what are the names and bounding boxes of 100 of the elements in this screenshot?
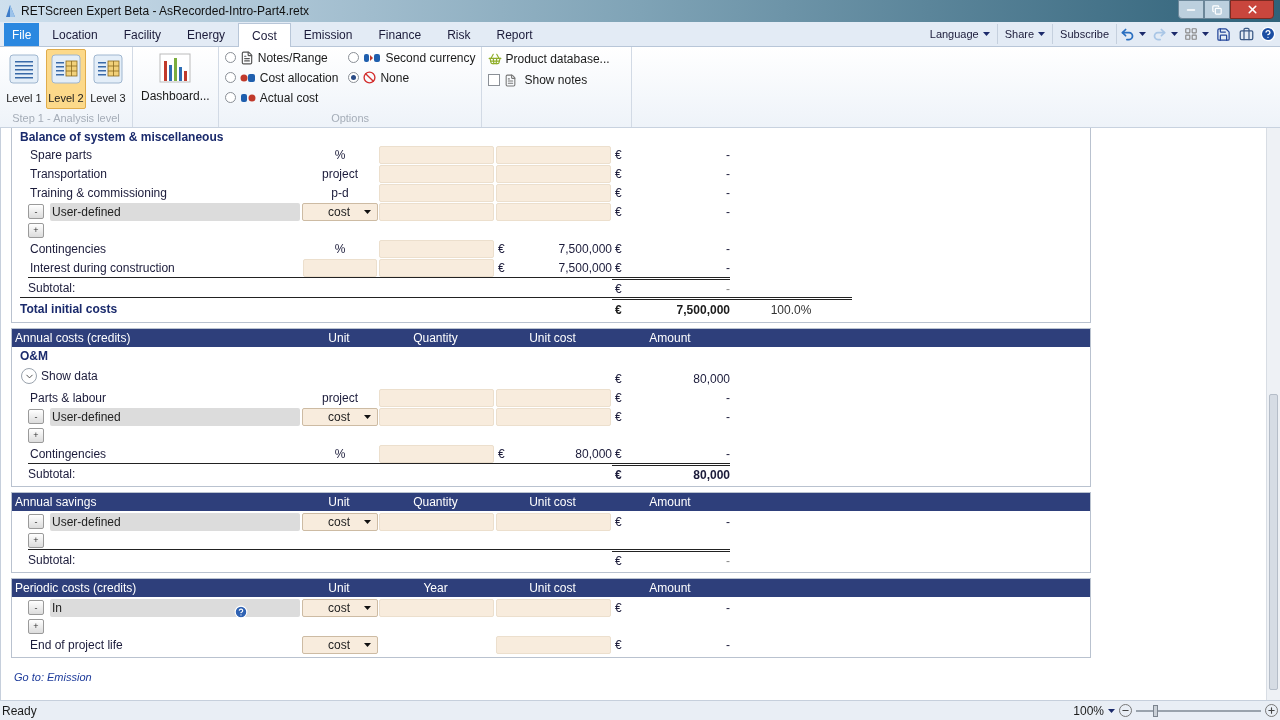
input-field[interactable]: [303, 258, 377, 277]
column-heading: Year: [422, 580, 449, 597]
column-heading: Unit cost: [528, 580, 577, 597]
table-icon: [93, 54, 123, 84]
radio-button[interactable]: [224, 72, 236, 83]
column-heading: Unit cost: [528, 494, 577, 511]
input-field[interactable]: [379, 164, 494, 183]
checkbox-label[interactable]: Show notes: [524, 71, 588, 89]
input-field[interactable]: [496, 164, 611, 183]
currency-icon: [363, 51, 382, 64]
add-row-button[interactable]: +: [28, 222, 44, 238]
name-field[interactable]: In: [50, 598, 300, 617]
restore-button[interactable]: [1204, 0, 1230, 19]
unit-dropdown[interactable]: cost: [302, 407, 378, 426]
column-heading: Unit: [327, 494, 351, 511]
ribbon-tab[interactable]: Energy: [174, 23, 239, 46]
input-field[interactable]: [496, 388, 611, 407]
prohibited-icon: [363, 71, 377, 84]
section-title: Annual costs (credits): [15, 330, 132, 347]
toolbar-menu[interactable]: Language: [922, 24, 998, 44]
unit-dropdown[interactable]: cost: [302, 635, 378, 654]
ribbon-tab[interactable]: Finance: [365, 23, 435, 46]
name-field[interactable]: User-defined: [50, 512, 300, 531]
unit-label: project: [321, 165, 359, 183]
remove-row-button[interactable]: -: [28, 600, 44, 615]
radio-button[interactable]: [348, 72, 360, 83]
unit-dropdown[interactable]: cost: [302, 202, 378, 221]
input-field[interactable]: [496, 407, 611, 426]
ribbon-tab[interactable]: Facility: [110, 23, 175, 46]
level-button[interactable]: Level 3: [88, 49, 128, 109]
radio-label[interactable]: None: [380, 68, 410, 87]
currency-symbol: €: [614, 513, 623, 531]
amount-value: -: [725, 240, 730, 258]
column-heading: Amount: [648, 330, 692, 347]
add-row-button[interactable]: +: [28, 532, 44, 548]
help-icon[interactable]: [1260, 26, 1276, 42]
radio-button[interactable]: [348, 52, 360, 63]
name-field[interactable]: User-defined: [50, 202, 300, 221]
input-field[interactable]: [379, 258, 494, 277]
show-data-toggle[interactable]: Show data: [41, 367, 98, 385]
ribbon-tab[interactable]: Report: [483, 23, 546, 46]
layout-icon[interactable]: [1184, 27, 1198, 41]
product-database-button[interactable]: Product database...: [488, 50, 626, 68]
radio-label[interactable]: Actual cost: [259, 88, 319, 107]
file-tab[interactable]: File: [4, 23, 40, 46]
radio-label[interactable]: Cost allocation: [259, 68, 339, 87]
input-field[interactable]: [379, 183, 494, 202]
input-field[interactable]: [496, 635, 611, 654]
ribbon-tab[interactable]: Cost: [238, 23, 291, 47]
toolbar-menu[interactable]: Subscribe: [1053, 24, 1117, 44]
input-field[interactable]: [379, 512, 494, 531]
save-icon[interactable]: [1216, 26, 1231, 42]
radio-label[interactable]: Notes/Range: [257, 48, 328, 67]
currency-symbol: €: [498, 259, 505, 277]
unit-dropdown[interactable]: cost: [302, 598, 378, 617]
help-icon[interactable]: [234, 604, 248, 619]
remove-row-button[interactable]: -: [28, 409, 44, 424]
zoom-in-icon[interactable]: [1265, 704, 1278, 717]
input-field[interactable]: [379, 407, 494, 426]
slider-thumb[interactable]: [1152, 704, 1158, 717]
input-field[interactable]: [496, 202, 611, 221]
undo-icon[interactable]: [1120, 26, 1135, 42]
add-row-button[interactable]: +: [28, 618, 44, 634]
minimize-button[interactable]: [1178, 0, 1204, 19]
input-field[interactable]: [379, 202, 494, 221]
input-field[interactable]: [379, 239, 494, 258]
go-to-link[interactable]: Go to: Emission: [14, 669, 1263, 686]
unit-dropdown[interactable]: cost: [302, 512, 378, 531]
redo-icon[interactable]: [1152, 26, 1167, 42]
zoom-menu[interactable]: 100%: [1073, 701, 1115, 720]
currency-symbol: €: [614, 165, 623, 183]
level-button[interactable]: Level 2: [46, 49, 86, 109]
vertical-scrollbar[interactable]: [1266, 128, 1280, 700]
ribbon-tab[interactable]: Location: [39, 23, 111, 46]
amount-value: -: [725, 146, 730, 164]
radio-button[interactable]: [224, 92, 236, 103]
input-field[interactable]: [379, 444, 494, 463]
remove-row-button[interactable]: -: [28, 204, 44, 219]
dashboard-button[interactable]: Dashboard...: [141, 53, 210, 105]
input-field[interactable]: [379, 388, 494, 407]
input-field[interactable]: [496, 512, 611, 531]
input-field[interactable]: [379, 145, 494, 164]
ribbon-tab[interactable]: Emission: [290, 23, 366, 46]
ribbon-tab[interactable]: Risk: [434, 23, 484, 46]
remove-row-button[interactable]: -: [28, 514, 44, 529]
radio-label[interactable]: Second currency: [385, 48, 476, 67]
briefcase-icon[interactable]: [1239, 26, 1254, 42]
input-field[interactable]: [496, 145, 611, 164]
name-field[interactable]: User-defined: [50, 407, 300, 426]
checkbox[interactable]: [488, 74, 501, 86]
input-field[interactable]: [496, 183, 611, 202]
radio-button[interactable]: [224, 52, 236, 63]
level-button[interactable]: Level 1: [4, 49, 44, 109]
add-row-button[interactable]: +: [28, 427, 44, 443]
currency-symbol: €: [498, 445, 505, 463]
input-field[interactable]: [496, 598, 611, 617]
zoom-slider[interactable]: [1136, 703, 1261, 718]
close-button[interactable]: [1230, 0, 1274, 19]
toolbar-menu[interactable]: Share: [997, 24, 1054, 44]
input-field[interactable]: [379, 598, 494, 617]
